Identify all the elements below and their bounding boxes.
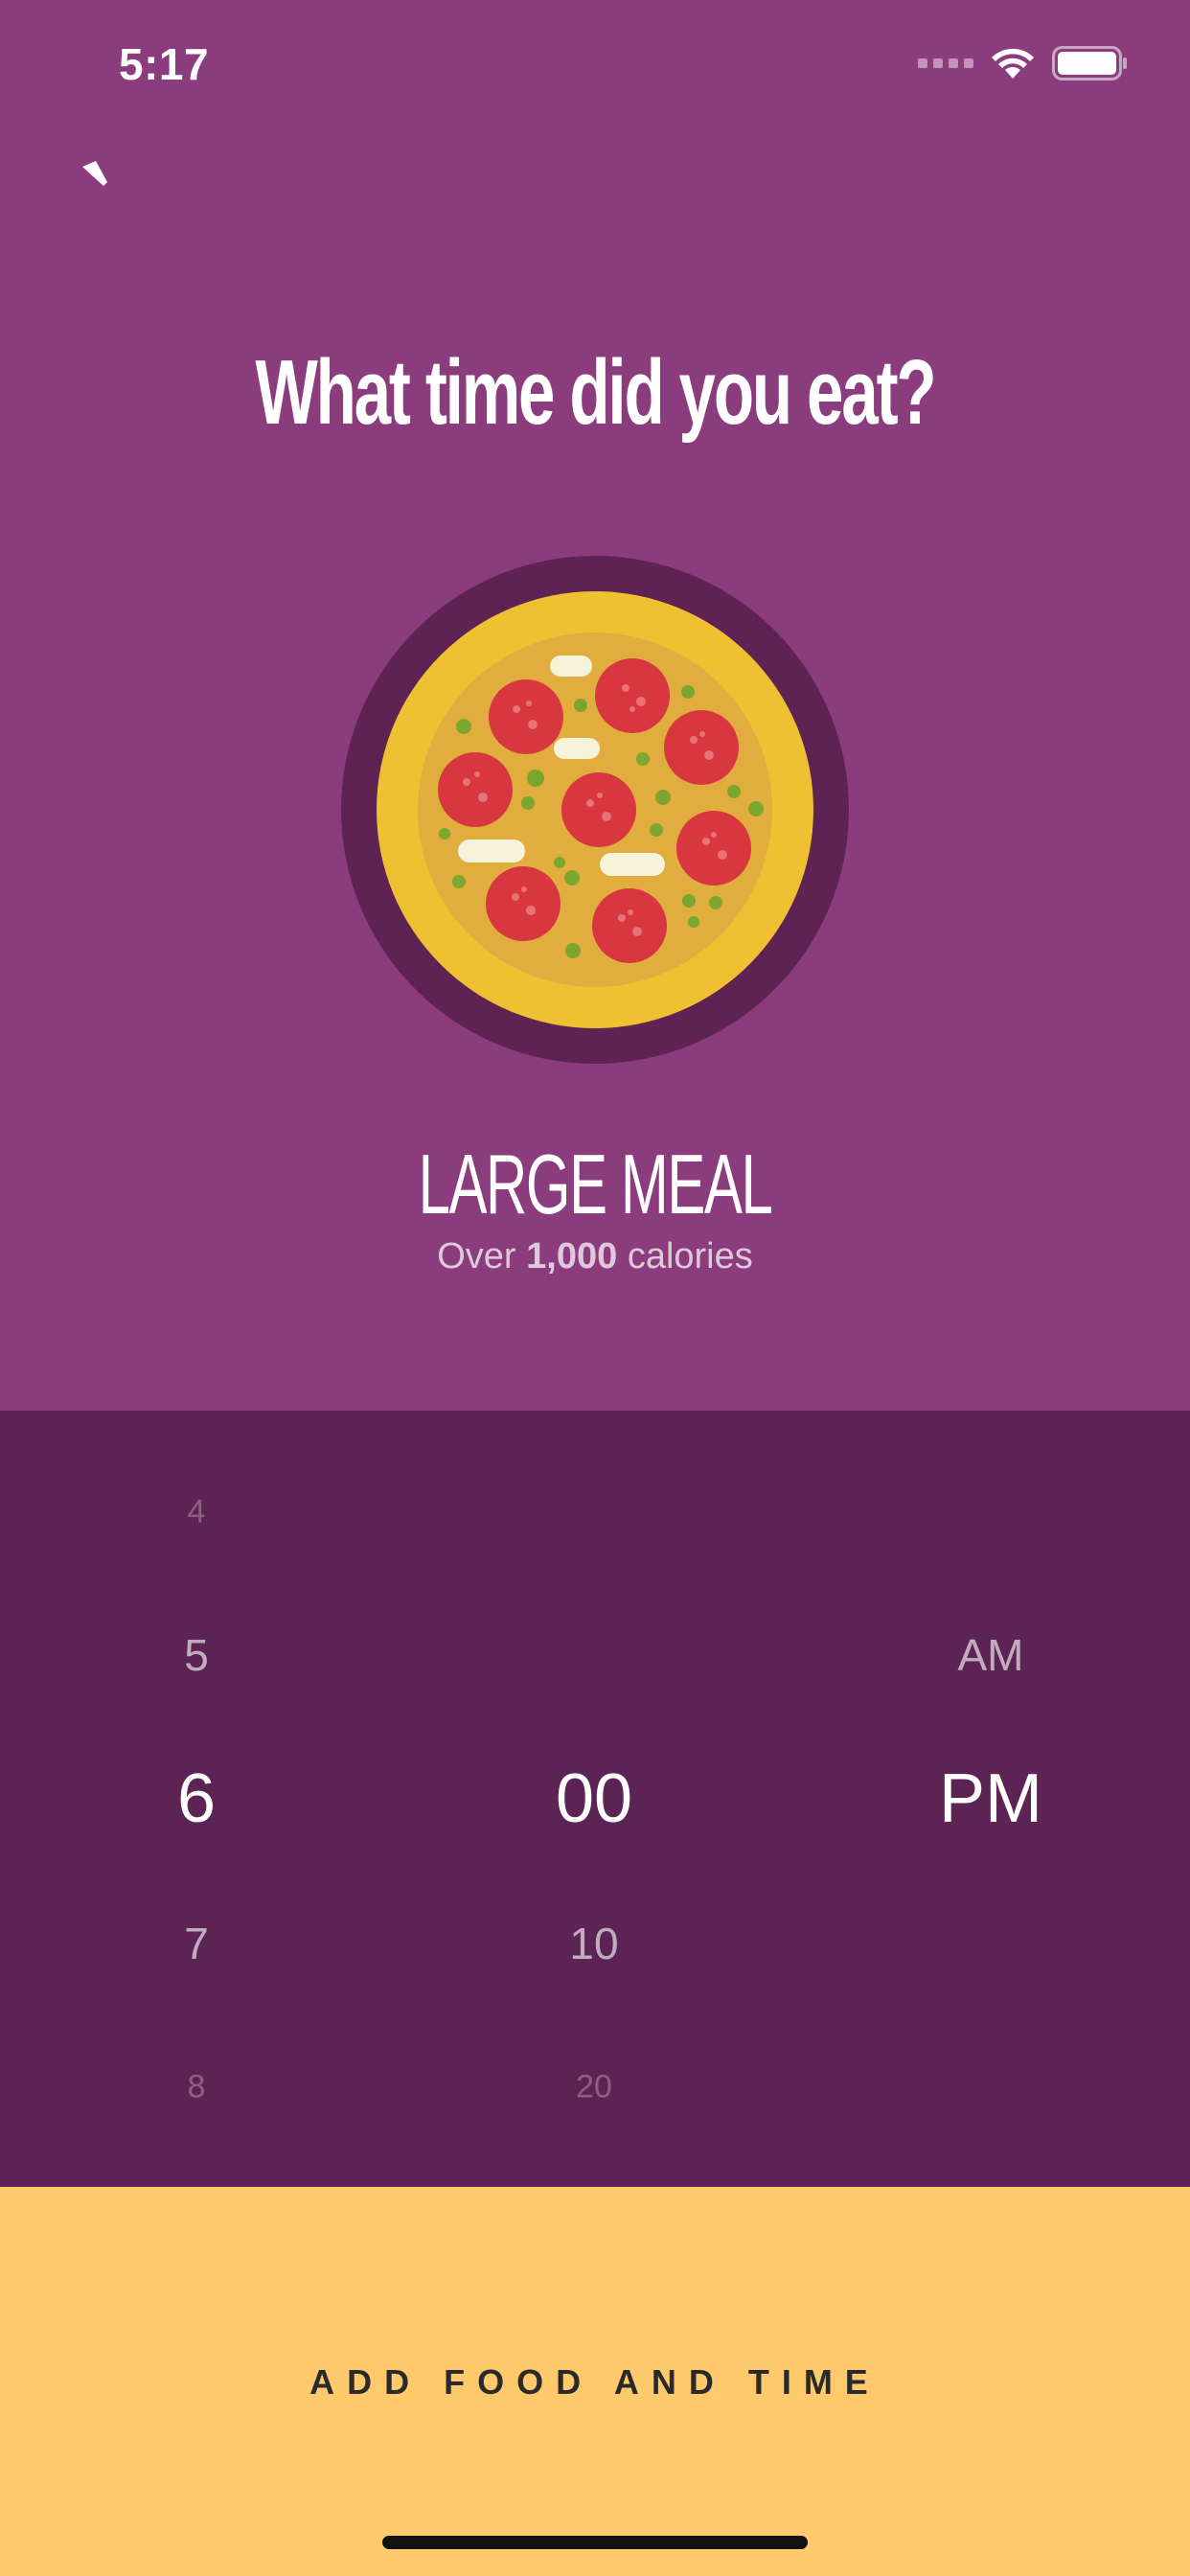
back-chevron-icon xyxy=(82,161,107,186)
picker-minute-option[interactable]: 20 xyxy=(450,2069,738,2106)
picker-hour-option[interactable]: 4 xyxy=(53,1494,340,1531)
picker-period-option[interactable]: AM xyxy=(847,1629,1134,1681)
status-icons xyxy=(918,44,1129,82)
picker-minute-selected[interactable]: 00 xyxy=(450,1760,738,1838)
cellular-signal-icon xyxy=(918,58,973,68)
battery-icon xyxy=(1052,46,1127,80)
add-food-and-time-label: ADD FOOD AND TIME xyxy=(309,2362,881,2402)
page-title: What time did you eat? xyxy=(255,341,937,444)
meal-calories: Over 1,000 calories xyxy=(0,1236,1190,1277)
picker-period-selected[interactable]: PM xyxy=(847,1760,1134,1838)
picker-hour-option[interactable]: 8 xyxy=(53,2069,340,2106)
calories-value: 1,000 xyxy=(526,1236,618,1276)
meal-size-label: LARGE MEAL xyxy=(418,1137,773,1231)
picker-minute-option[interactable]: 10 xyxy=(450,1918,738,1969)
picker-hour-option[interactable]: 7 xyxy=(53,1918,340,1969)
status-time: 5:17 xyxy=(119,39,210,89)
time-picker[interactable]: 4 5 6 7 8 00 10 20 AM PM xyxy=(0,1411,1190,2187)
screen: 5:17 What time did you eat? LARGE MEAL O… xyxy=(0,0,1190,2576)
back-button[interactable] xyxy=(77,153,125,201)
wifi-icon xyxy=(992,48,1034,79)
picker-hour-selected[interactable]: 6 xyxy=(53,1760,340,1838)
calories-prefix: Over xyxy=(437,1236,516,1276)
home-indicator xyxy=(382,2536,808,2549)
pizza-illustration xyxy=(341,556,849,1064)
calories-suffix: calories xyxy=(627,1236,753,1276)
picker-hour-option[interactable]: 5 xyxy=(53,1629,340,1681)
